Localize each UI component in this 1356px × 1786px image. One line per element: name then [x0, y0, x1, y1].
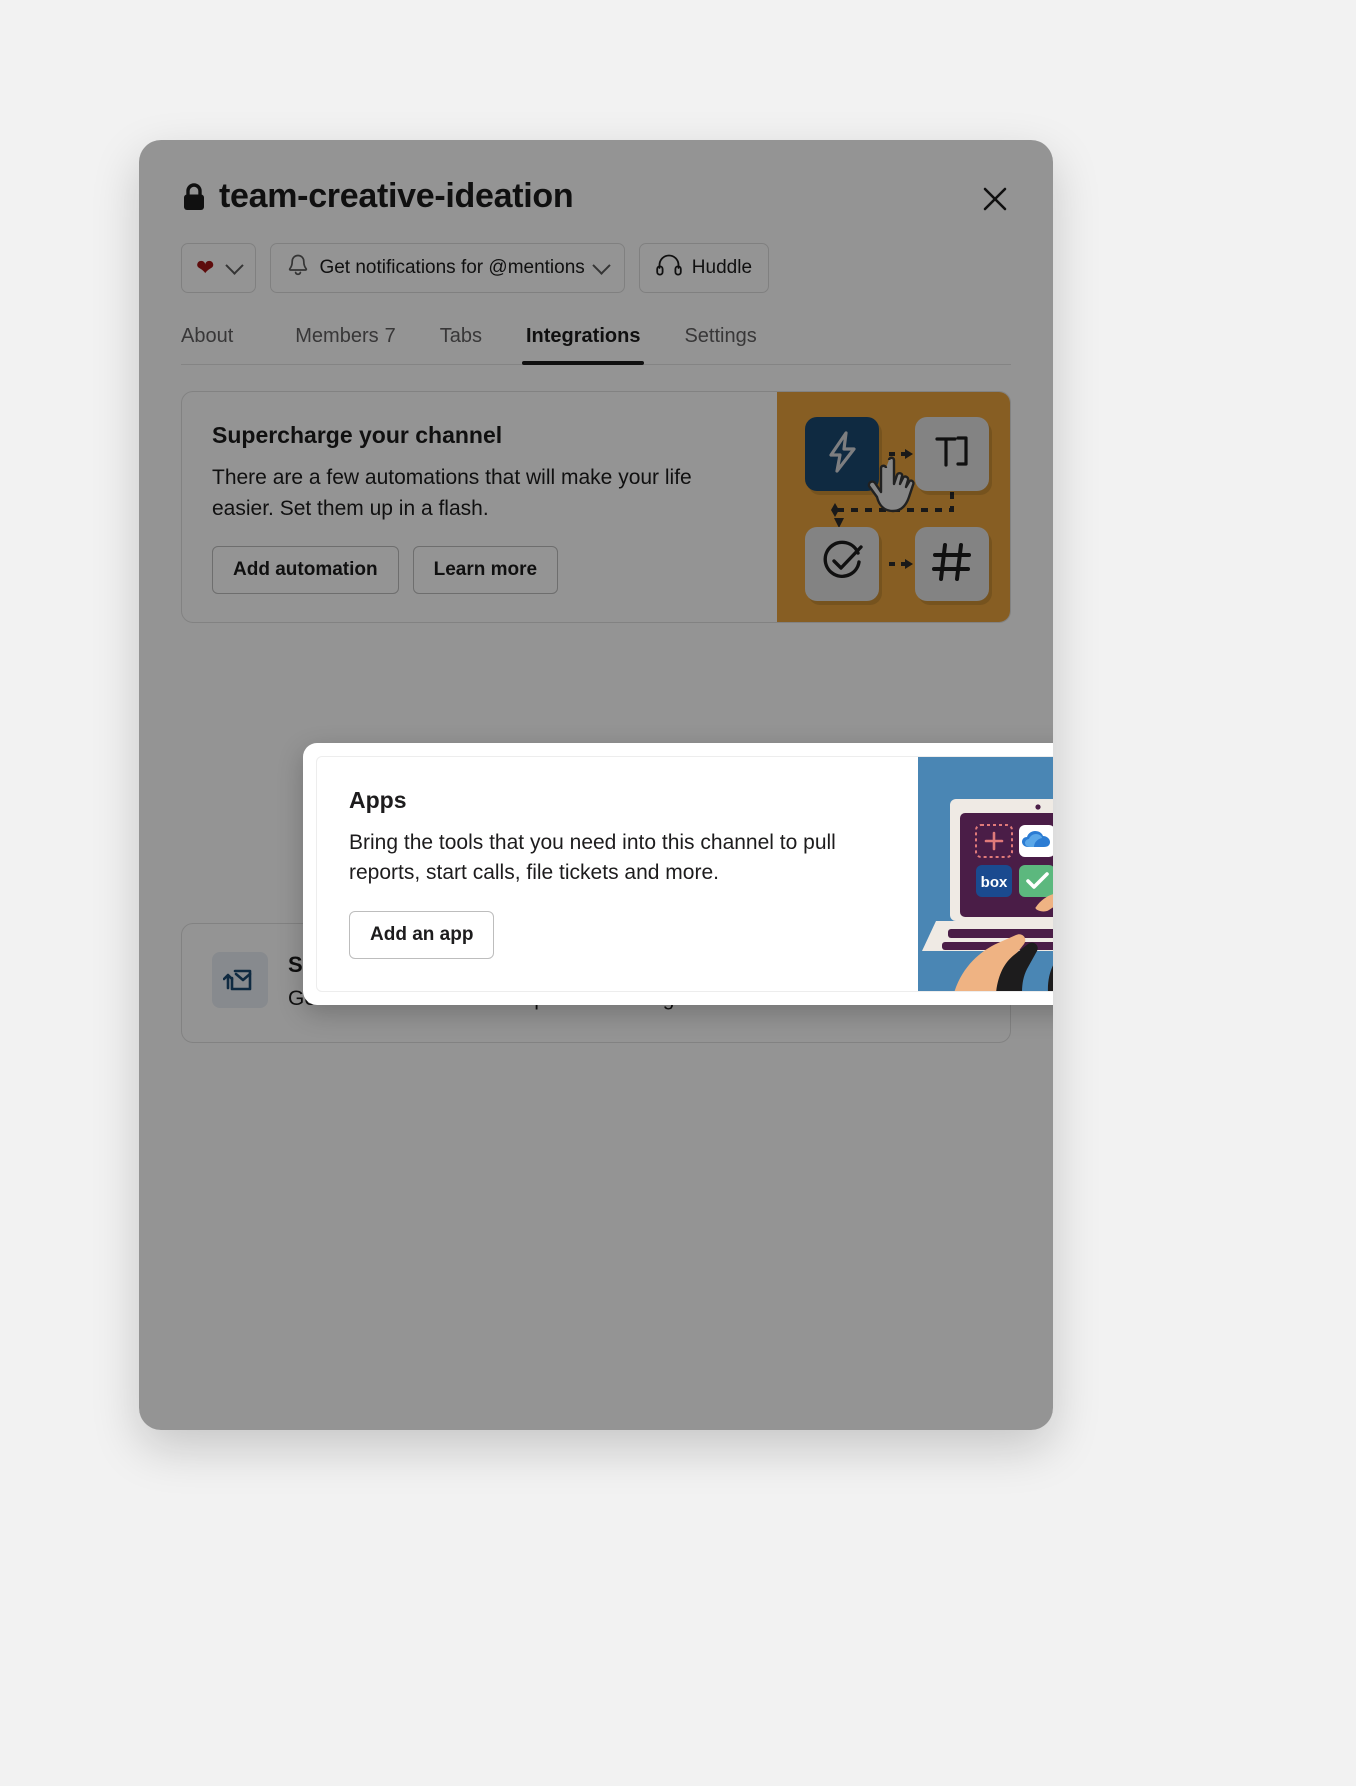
chevron-down-icon	[592, 256, 611, 275]
supercharge-button-row: Add automation Learn more	[212, 546, 747, 595]
headphones-icon	[656, 254, 682, 282]
text-field-icon	[931, 432, 973, 477]
check-circle-tile	[805, 527, 879, 602]
supercharge-illustration	[777, 392, 1010, 623]
email-forward-icon	[212, 952, 268, 1009]
check-circle-icon	[819, 539, 865, 590]
action-pill-row: ❤ Get notifications for @mentions Huddle	[181, 243, 1011, 294]
hash-tile	[915, 527, 989, 602]
apps-card-spotlight: Apps Bring the tools that you need into …	[303, 743, 1053, 1005]
tab-settings[interactable]: Settings	[662, 319, 778, 364]
supercharge-card: Supercharge your channel There are a few…	[181, 391, 1011, 624]
text-field-tile	[915, 417, 989, 492]
supercharge-title: Supercharge your channel	[212, 422, 503, 449]
bell-icon	[287, 253, 309, 283]
tab-about[interactable]: About	[181, 319, 255, 364]
tab-integrations[interactable]: Integrations	[504, 319, 662, 366]
huddle-button[interactable]: Huddle	[638, 243, 770, 294]
apps-card: Apps Bring the tools that you need into …	[316, 756, 1053, 992]
supercharge-description: There are a few automations that will ma…	[212, 466, 692, 520]
tab-label: About	[181, 325, 234, 348]
apps-title: Apps	[349, 787, 407, 813]
bolt-icon	[823, 430, 861, 479]
apps-button-row: Add an app	[349, 910, 888, 959]
supercharge-card-text: Supercharge your channel There are a few…	[182, 392, 777, 622]
learn-more-button[interactable]: Learn more	[412, 546, 559, 595]
channel-details-dialog: team-creative-ideation ❤ Get notificatio…	[139, 140, 1053, 1430]
tab-label: Integrations	[526, 325, 641, 348]
svg-text:box: box	[981, 874, 1008, 891]
tab-tabs[interactable]: Tabs	[418, 319, 504, 364]
tab-label: Members	[295, 325, 379, 348]
close-icon	[980, 184, 1010, 217]
reaction-button[interactable]: ❤	[181, 243, 257, 294]
tab-bar: About Members 7 Tabs Integrations Setting…	[181, 319, 1011, 366]
chevron-down-icon	[225, 256, 245, 275]
huddle-label: Huddle	[691, 257, 753, 279]
page-title: team-creative-ideation	[219, 177, 574, 215]
hash-icon	[931, 541, 973, 588]
tab-label: Tabs	[439, 325, 482, 348]
members-count: 7	[384, 325, 396, 348]
notifications-button[interactable]: Get notifications for @mentions	[270, 243, 625, 294]
apps-illustration: box	[918, 757, 1053, 991]
notifications-label: Get notifications for @mentions	[319, 257, 585, 279]
screen-root: team-creative-ideation ❤ Get notificatio…	[0, 0, 1356, 1786]
lock-icon	[181, 182, 207, 212]
add-automation-button[interactable]: Add automation	[212, 546, 399, 595]
dialog-header: team-creative-ideation ❤ Get notificatio…	[139, 140, 1053, 366]
add-an-app-button[interactable]: Add an app	[349, 910, 495, 959]
heart-icon: ❤	[196, 255, 215, 281]
tab-members[interactable]: Members 7	[273, 319, 417, 364]
hand-cursor-icon	[863, 454, 925, 529]
apps-card-text: Apps Bring the tools that you need into …	[317, 757, 918, 991]
apps-description: Bring the tools that you need into this …	[349, 831, 836, 885]
tab-label: Settings	[684, 325, 757, 348]
close-button[interactable]	[973, 178, 1017, 222]
title-row: team-creative-ideation	[181, 177, 1011, 215]
